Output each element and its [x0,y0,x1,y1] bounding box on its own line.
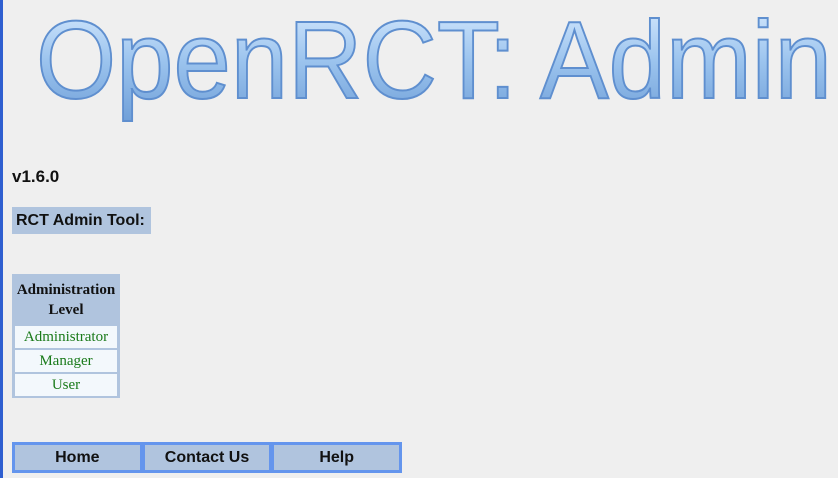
version-label: v1.6.0 [12,167,60,186]
level-link-user[interactable]: User [15,374,117,396]
window-left-edge [0,0,3,478]
nav-help-button[interactable]: Help [274,445,400,470]
administration-level-panel: Administration Level Administrator Manag… [12,274,120,398]
bottom-nav-bar: Home Contact Us Help [12,442,402,473]
site-logo: OpenRCT: Admin [30,0,838,125]
nav-contact-us-button[interactable]: Contact Us [144,445,270,470]
admin-tool-heading: RCT Admin Tool: [12,207,151,234]
administration-level-heading: Administration Level [16,282,116,318]
logo-text: OpenRCT: Admin [36,0,832,122]
level-link-manager[interactable]: Manager [15,350,117,372]
nav-home-button[interactable]: Home [15,445,140,470]
level-link-administrator[interactable]: Administrator [15,326,117,348]
